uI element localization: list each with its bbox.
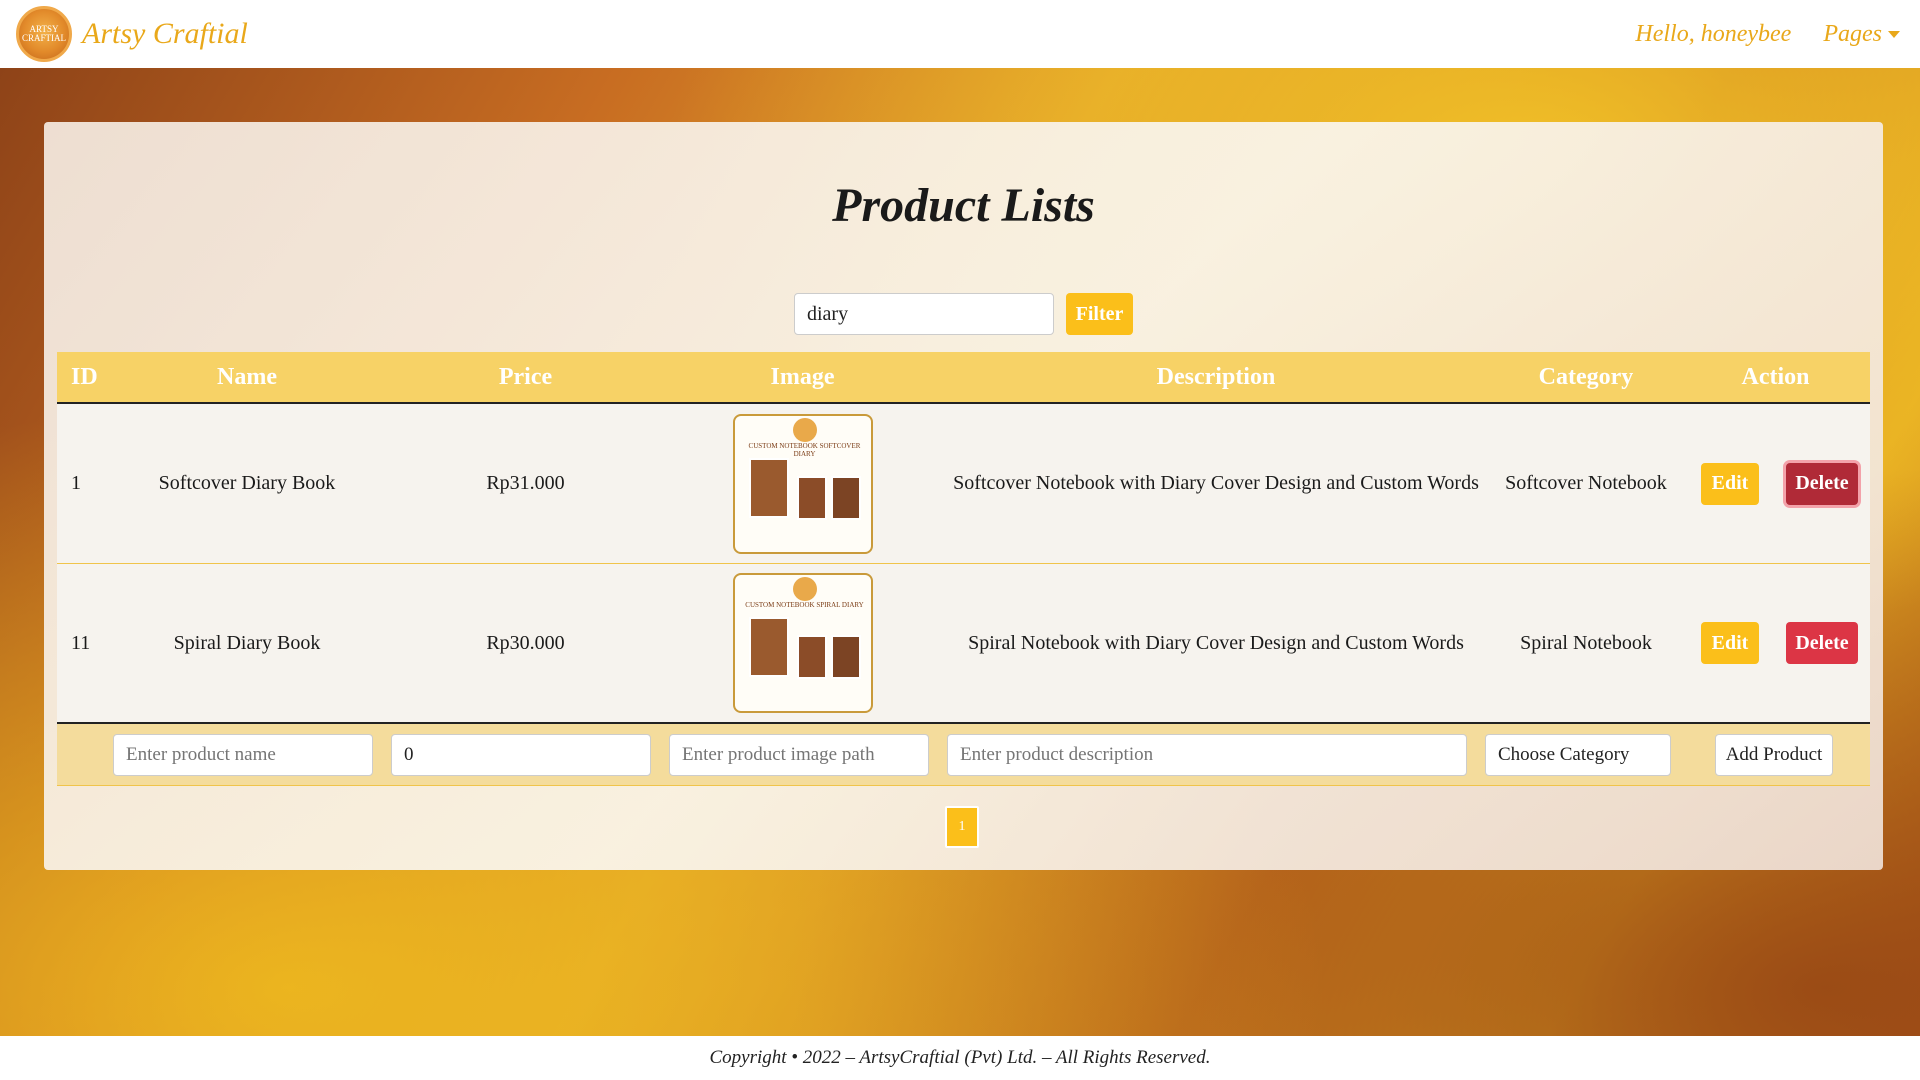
brand[interactable]: ARTSY CRAFTIAL Artsy Craftial <box>16 6 248 62</box>
product-image: CUSTOM NOTEBOOK SOFTCOVER DIARY <box>732 413 873 554</box>
cell-image: CUSTOM NOTEBOOK SOFTCOVER DIARY <box>664 413 941 554</box>
product-name-input[interactable] <box>113 733 373 776</box>
header-description: Description <box>1156 363 1276 390</box>
cover-back <box>830 475 861 520</box>
cover-front <box>748 617 789 677</box>
header-id: ID <box>71 363 98 390</box>
add-product-row: Choose Category Add Product <box>57 724 1870 786</box>
delete-button[interactable]: Delete <box>1786 462 1858 505</box>
product-description-input[interactable] <box>947 733 1467 776</box>
image-caption: CUSTOM NOTEBOOK SPIRAL DIARY <box>745 601 864 609</box>
brand-logo: ARTSY CRAFTIAL <box>16 6 72 62</box>
cover-front <box>748 457 789 518</box>
product-image: CUSTOM NOTEBOOK SPIRAL DIARY <box>732 573 873 713</box>
edit-button[interactable]: Edit <box>1701 462 1759 505</box>
cell-price: Rp30.000 <box>486 631 565 654</box>
footer: Copyright • 2022 – ArtsyCraftial (Pvt) L… <box>0 1036 1920 1080</box>
cell-category: Softcover Notebook <box>1505 472 1667 494</box>
header-image: Image <box>770 363 835 390</box>
filter-button[interactable]: Filter <box>1066 293 1133 335</box>
caret-down-icon <box>1888 31 1900 39</box>
cell-name: Spiral Diary Book <box>173 631 321 654</box>
filter-input[interactable] <box>794 293 1054 335</box>
cell-price: Rp31.000 <box>486 472 565 494</box>
cover-page <box>796 635 827 679</box>
pagination-page[interactable]: 1 <box>945 806 979 848</box>
page-title: Product Lists <box>832 179 1095 232</box>
logo-medal <box>792 417 817 442</box>
table-row: 11 Spiral Diary Book Rp30.000 CUSTOM NOT… <box>57 564 1870 724</box>
add-product-button[interactable]: Add Product <box>1715 733 1833 776</box>
table-row: 1 Softcover Diary Book Rp31.000 CUSTOM N… <box>57 404 1870 564</box>
category-select[interactable]: Choose Category <box>1485 733 1671 776</box>
product-image-input[interactable] <box>669 733 929 776</box>
product-price-input[interactable] <box>391 733 651 776</box>
header-price: Price <box>498 363 553 390</box>
header-action: Action <box>1741 363 1810 390</box>
logo-text: ARTSY CRAFTIAL <box>21 24 66 43</box>
cell-id: 1 <box>71 472 81 494</box>
cell-image: CUSTOM NOTEBOOK SPIRAL DIARY <box>664 573 941 713</box>
navbar: ARTSY CRAFTIAL Artsy Craftial Hello, hon… <box>0 0 1920 68</box>
cover-page <box>796 475 827 520</box>
product-table: ID Name Price Image Description Category… <box>57 352 1870 786</box>
delete-button[interactable]: Delete <box>1786 622 1858 664</box>
header-name: Name <box>217 363 277 390</box>
cell-actions: Edit Delete <box>1681 622 1870 664</box>
nav-right: Hello, honeybee Pages <box>1635 21 1900 48</box>
edit-button[interactable]: Edit <box>1701 622 1759 664</box>
cell-description: Spiral Notebook with Diary Cover Design … <box>968 631 1464 654</box>
cover-back <box>830 635 861 679</box>
cell-category: Spiral Notebook <box>1520 631 1652 654</box>
cell-description: Softcover Notebook with Diary Cover Desi… <box>953 472 1479 494</box>
logo-medal <box>792 577 817 601</box>
product-card: Product Lists Filter ID Name Price Image… <box>44 122 1883 870</box>
user-greeting[interactable]: Hello, honeybee <box>1635 21 1791 48</box>
brand-name[interactable]: Artsy Craftial <box>82 17 248 51</box>
cell-actions: Edit Delete <box>1681 462 1870 505</box>
header-category: Category <box>1538 363 1634 390</box>
image-caption: CUSTOM NOTEBOOK SOFTCOVER DIARY <box>748 441 861 458</box>
pages-label: Pages <box>1823 20 1882 47</box>
cell-id: 11 <box>71 631 91 654</box>
pages-dropdown[interactable]: Pages <box>1823 21 1900 48</box>
filter-bar: Filter <box>794 293 1133 335</box>
table-header: ID Name Price Image Description Category… <box>57 352 1870 404</box>
cell-name: Softcover Diary Book <box>158 472 336 494</box>
